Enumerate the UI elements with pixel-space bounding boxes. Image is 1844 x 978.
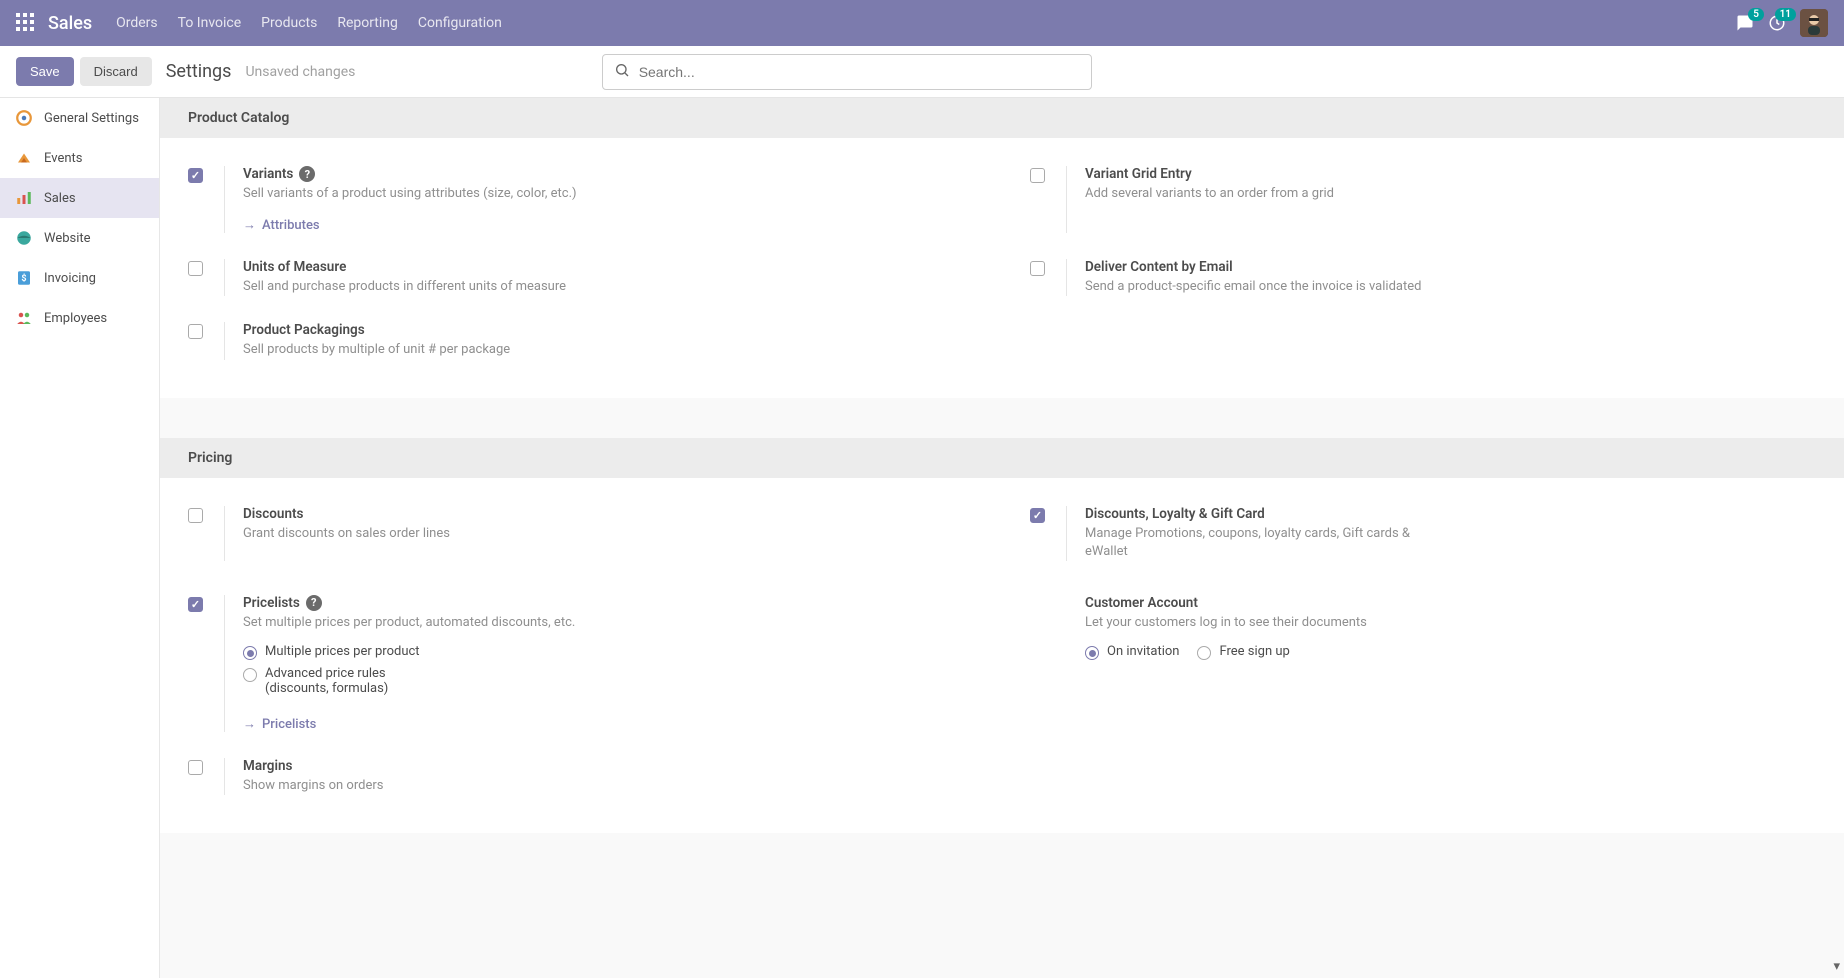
checkbox-margins[interactable] xyxy=(188,760,203,775)
app-brand[interactable]: Sales xyxy=(48,13,92,34)
sales-icon xyxy=(14,188,34,208)
option-desc: Grant discounts on sales order lines xyxy=(243,525,450,543)
sidebar-item-label: Invoicing xyxy=(44,271,96,286)
option-desc: Add several variants to an order from a … xyxy=(1085,185,1334,203)
apps-icon[interactable] xyxy=(16,13,36,33)
sidebar-item-label: Events xyxy=(44,151,82,166)
activities-icon[interactable]: 11 xyxy=(1768,14,1786,32)
invoicing-icon: $ xyxy=(14,268,34,288)
option-title: Product Packagings xyxy=(243,322,510,338)
option-title: Discounts, Loyalty & Gift Card xyxy=(1085,506,1425,522)
sidebar-item-website[interactable]: Website xyxy=(0,218,159,258)
option-title: Customer Account xyxy=(1085,595,1367,611)
control-bar: Save Discard Settings Unsaved changes xyxy=(0,46,1844,98)
radio-multiple-prices[interactable]: Multiple prices per product xyxy=(243,644,575,660)
nav-reporting[interactable]: Reporting xyxy=(337,15,398,31)
checkbox-variants[interactable] xyxy=(188,168,203,183)
radio-on-invitation[interactable]: On invitation xyxy=(1085,644,1179,660)
activities-count: 11 xyxy=(1775,8,1796,21)
help-icon[interactable]: ? xyxy=(299,166,315,182)
sidebar-item-invoicing[interactable]: $ Invoicing xyxy=(0,258,159,298)
page-title: Settings xyxy=(166,61,232,82)
top-nav: Sales Orders To Invoice Products Reporti… xyxy=(0,0,1844,46)
arrow-right-icon: → xyxy=(243,217,256,233)
option-title: Pricelists xyxy=(243,595,300,611)
option-title: Variants xyxy=(243,166,293,182)
nav-items: Orders To Invoice Products Reporting Con… xyxy=(116,15,502,31)
arrow-right-icon: → xyxy=(243,716,256,732)
link-pricelists[interactable]: → Pricelists xyxy=(243,716,316,732)
option-desc: Sell products by multiple of unit # per … xyxy=(243,341,510,359)
checkbox-packagings[interactable] xyxy=(188,324,203,339)
events-icon xyxy=(14,148,34,168)
option-desc: Let your customers log in to see their d… xyxy=(1085,614,1367,632)
search-icon xyxy=(614,62,630,82)
link-attributes[interactable]: → Attributes xyxy=(243,217,320,233)
checkbox-variant-grid[interactable] xyxy=(1030,168,1045,183)
chevron-down-icon[interactable]: ▾ xyxy=(1833,959,1840,974)
messages-count: 5 xyxy=(1748,8,1764,21)
discard-button[interactable]: Discard xyxy=(80,57,152,86)
option-desc: Sell and purchase products in different … xyxy=(243,278,566,296)
sidebar-item-employees[interactable]: Employees xyxy=(0,298,159,338)
radio-input[interactable] xyxy=(1197,646,1211,660)
option-desc: Sell variants of a product using attribu… xyxy=(243,185,577,203)
employees-icon xyxy=(14,308,34,328)
sidebar: General Settings Events Sales Website $ … xyxy=(0,98,160,978)
main-content: Product Catalog Variants? Sell variants … xyxy=(160,98,1844,978)
checkbox-uom[interactable] xyxy=(188,261,203,276)
checkbox-discounts[interactable] xyxy=(188,508,203,523)
save-button[interactable]: Save xyxy=(16,57,74,86)
help-icon[interactable]: ? xyxy=(306,595,322,611)
sidebar-item-label: Employees xyxy=(44,311,107,326)
option-title: Variant Grid Entry xyxy=(1085,166,1334,182)
checkbox-loyalty[interactable] xyxy=(1030,508,1045,523)
section-header-product-catalog: Product Catalog xyxy=(160,98,1844,138)
checkbox-pricelists[interactable] xyxy=(188,597,203,612)
sidebar-item-general-settings[interactable]: General Settings xyxy=(0,98,159,138)
option-desc: Set multiple prices per product, automat… xyxy=(243,614,575,632)
radio-input[interactable] xyxy=(243,668,257,682)
search-input[interactable] xyxy=(602,54,1092,90)
radio-advanced-rules[interactable]: Advanced price rules(discounts, formulas… xyxy=(243,666,575,696)
svg-text:$: $ xyxy=(21,273,26,284)
website-icon xyxy=(14,228,34,248)
nav-configuration[interactable]: Configuration xyxy=(418,15,502,31)
option-desc: Send a product-specific email once the i… xyxy=(1085,278,1421,296)
sidebar-item-sales[interactable]: Sales xyxy=(0,178,159,218)
search-box xyxy=(602,54,1092,90)
radio-input[interactable] xyxy=(243,646,257,660)
user-avatar[interactable] xyxy=(1800,9,1828,37)
radio-free-signup[interactable]: Free sign up xyxy=(1197,644,1289,660)
nav-orders[interactable]: Orders xyxy=(116,15,158,31)
nav-products[interactable]: Products xyxy=(261,15,317,31)
option-desc: Show margins on orders xyxy=(243,777,383,795)
checkbox-deliver-email[interactable] xyxy=(1030,261,1045,276)
nav-to-invoice[interactable]: To Invoice xyxy=(178,15,242,31)
option-desc: Manage Promotions, coupons, loyalty card… xyxy=(1085,525,1425,561)
option-title: Discounts xyxy=(243,506,450,522)
page-subtitle: Unsaved changes xyxy=(245,64,355,80)
radio-input[interactable] xyxy=(1085,646,1099,660)
option-title: Margins xyxy=(243,758,383,774)
sidebar-item-label: General Settings xyxy=(44,111,139,126)
sidebar-item-label: Website xyxy=(44,231,91,246)
gear-icon xyxy=(14,108,34,128)
section-header-pricing: Pricing xyxy=(160,438,1844,478)
messages-icon[interactable]: 5 xyxy=(1736,14,1754,32)
option-title: Deliver Content by Email xyxy=(1085,259,1421,275)
option-title: Units of Measure xyxy=(243,259,566,275)
sidebar-item-events[interactable]: Events xyxy=(0,138,159,178)
sidebar-item-label: Sales xyxy=(44,191,76,206)
